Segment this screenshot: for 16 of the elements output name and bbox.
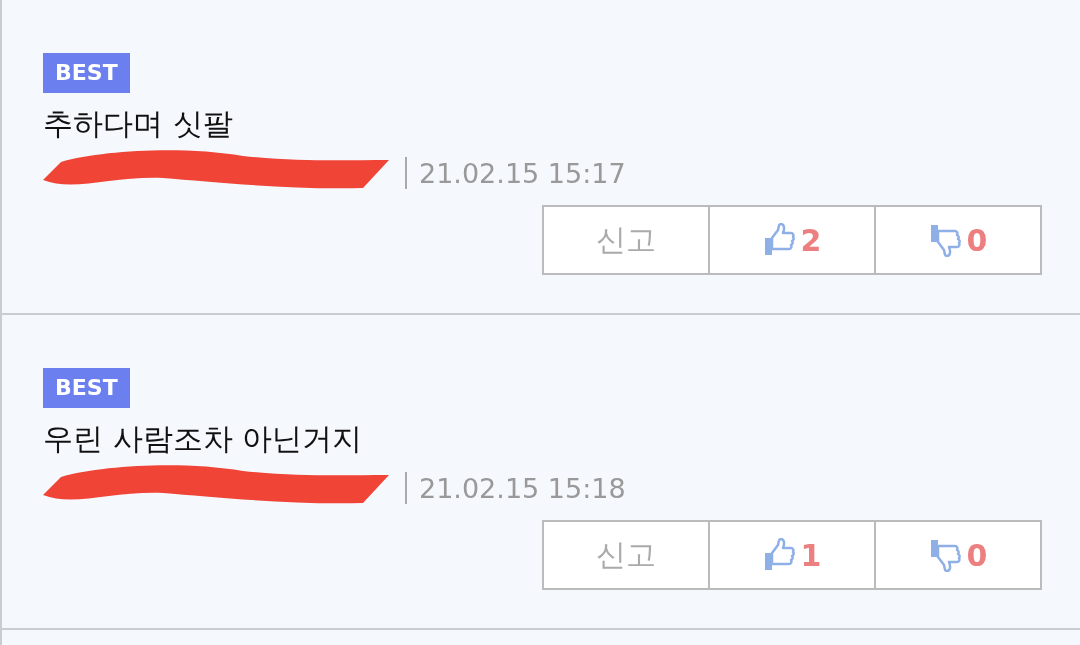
like-button[interactable]: 1 xyxy=(708,520,876,590)
comment-text: 우린 사람조차 아닌거지 xyxy=(43,420,364,458)
report-button[interactable]: 신고 xyxy=(542,520,710,590)
dislike-button[interactable]: 0 xyxy=(874,205,1042,275)
comment-text: 추하다며 싯팔 xyxy=(43,105,234,143)
like-button[interactable]: 2 xyxy=(708,205,876,275)
report-button[interactable]: 신고 xyxy=(542,205,710,275)
thumbs-up-icon xyxy=(762,223,795,257)
comment-date: 21.02.15 15:18 xyxy=(419,472,626,504)
thumbs-down-icon xyxy=(928,538,961,572)
thumbs-up-icon xyxy=(762,538,795,572)
best-badge: BEST xyxy=(43,368,130,408)
comment-date: 21.02.15 15:17 xyxy=(419,157,626,189)
dislike-button[interactable]: 0 xyxy=(874,520,1042,590)
thumbs-down-icon xyxy=(928,223,961,257)
best-badge: BEST xyxy=(43,53,130,93)
